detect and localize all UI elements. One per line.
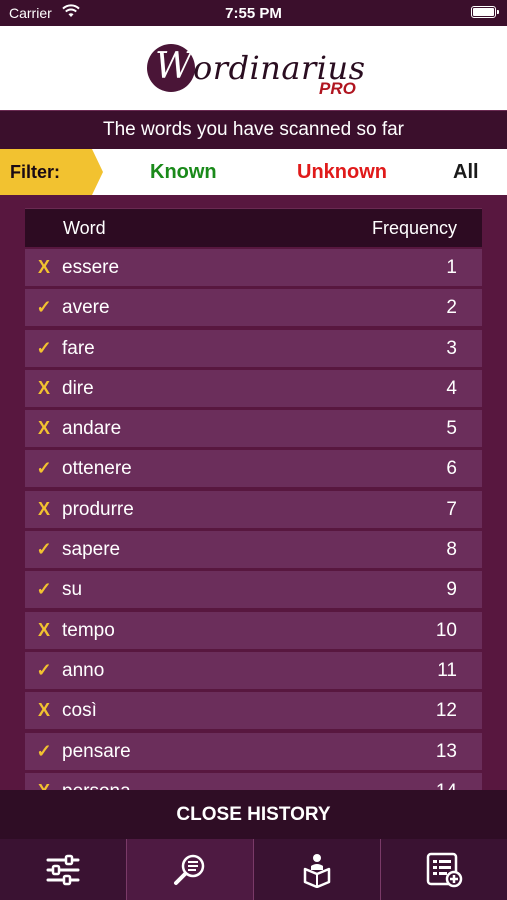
tab-settings[interactable] [0,839,127,900]
close-history-button[interactable]: CLOSE HISTORY [0,790,507,839]
tab-learn[interactable] [254,839,381,900]
status-mark: X [36,781,52,790]
status-mark: ✓ [36,297,52,318]
status-mark: X [37,377,50,398]
frequency-cell: 6 [446,458,457,480]
status-mark: ✓ [36,740,52,761]
status-mark: ✓ [36,579,52,600]
status-mark: X [37,257,50,277]
table-row[interactable]: ✓ avere 2 [25,289,482,327]
table-row[interactable]: Xdire 4 [25,369,482,407]
table-row[interactable]: Xandare 5 [25,410,482,448]
frequency-cell: 5 [446,418,457,440]
column-header-frequency: Frequency [371,218,457,238]
filter-bar: Filter: Known Unknown All [0,149,507,195]
word-cell: dire [62,377,94,399]
frequency-cell: 11 [437,659,457,681]
filter-all-button[interactable]: All [453,149,479,195]
frequency-cell: 7 [446,498,457,520]
word-cell: andare [62,418,122,440]
app-logo: W ordinarius PRO [147,41,367,101]
table-row[interactable]: ✓ sapere 8 [25,531,482,569]
frequency-cell: 9 [446,579,457,601]
column-header-word: Word [63,218,106,238]
frequency-cell: 8 [446,539,457,561]
status-bar: Carrier 7:55 PM [0,0,507,26]
frequency-cell: 12 [435,700,457,722]
table-row[interactable]: Xpersona 14 [25,772,482,790]
word-cell: essere [62,257,120,278]
frequency-cell: 4 [446,377,457,399]
frequency-cell: 10 [435,619,457,641]
status-mark: X [37,418,50,439]
word-cell: tempo [62,619,115,641]
table-body: Xessere 1 ✓ avere 2 ✓ fare 3 Xdire 4 Xandare 5 … [25,249,482,790]
word-cell: produrre [62,498,134,520]
table-row[interactable]: ✓ anno 11 [25,651,482,689]
status-mark: X [37,498,50,519]
filter-label: Filter: [0,149,103,195]
word-cell: ottenere [62,458,132,480]
table-row[interactable]: Xessere 1 [25,249,482,286]
table-row[interactable]: Xcosì 12 [25,692,482,730]
frequency-cell: 1 [446,257,457,278]
frequency-cell: 13 [435,740,457,762]
table-row[interactable]: ✓ fare 3 [25,329,482,367]
tab-bar [0,839,507,900]
table-row[interactable]: Xtempo 10 [25,611,482,649]
table-row[interactable]: ✓ pensare 13 [25,732,482,770]
frequency-cell: 2 [446,297,457,319]
word-cell: su [62,579,83,601]
page-subtitle: The words you have scanned so far [0,110,507,149]
tab-word-lists[interactable] [381,839,507,900]
word-cell: così [62,700,97,722]
word-cell: avere [62,297,110,319]
clock: 7:55 PM [225,5,282,22]
table-row[interactable]: Xprodurre 7 [25,490,482,528]
header-logo-area: W ordinarius PRO [0,26,507,110]
status-mark: X [37,700,50,721]
word-cell: fare [62,337,95,359]
word-history-table[interactable]: Word Frequency Xessere 1 ✓ avere 2 ✓ fare 3 X… [25,208,482,790]
status-mark: X [37,619,50,640]
filter-known-button[interactable]: Known [150,149,217,195]
logo-initial: W [155,46,193,87]
word-cell: anno [62,659,105,681]
status-mark: ✓ [36,659,52,680]
word-cell: sapere [62,539,121,561]
word-cell: pensare [62,740,131,762]
word-cell: persona [62,781,131,790]
status-mark: ✓ [36,539,52,560]
filter-unknown-button[interactable]: Unknown [297,149,387,195]
table-row[interactable]: ✓ ottenere 6 [25,450,482,488]
battery-icon [471,6,499,18]
table-header: Word Frequency [25,208,482,247]
tab-scan-history[interactable] [127,839,254,900]
status-mark: ✓ [36,337,52,358]
logo-pro-badge: PRO [319,79,356,98]
status-mark: ✓ [36,458,52,479]
table-row[interactable]: ✓ su 9 [25,571,482,609]
frequency-cell: 14 [436,781,457,790]
frequency-cell: 3 [446,337,457,359]
